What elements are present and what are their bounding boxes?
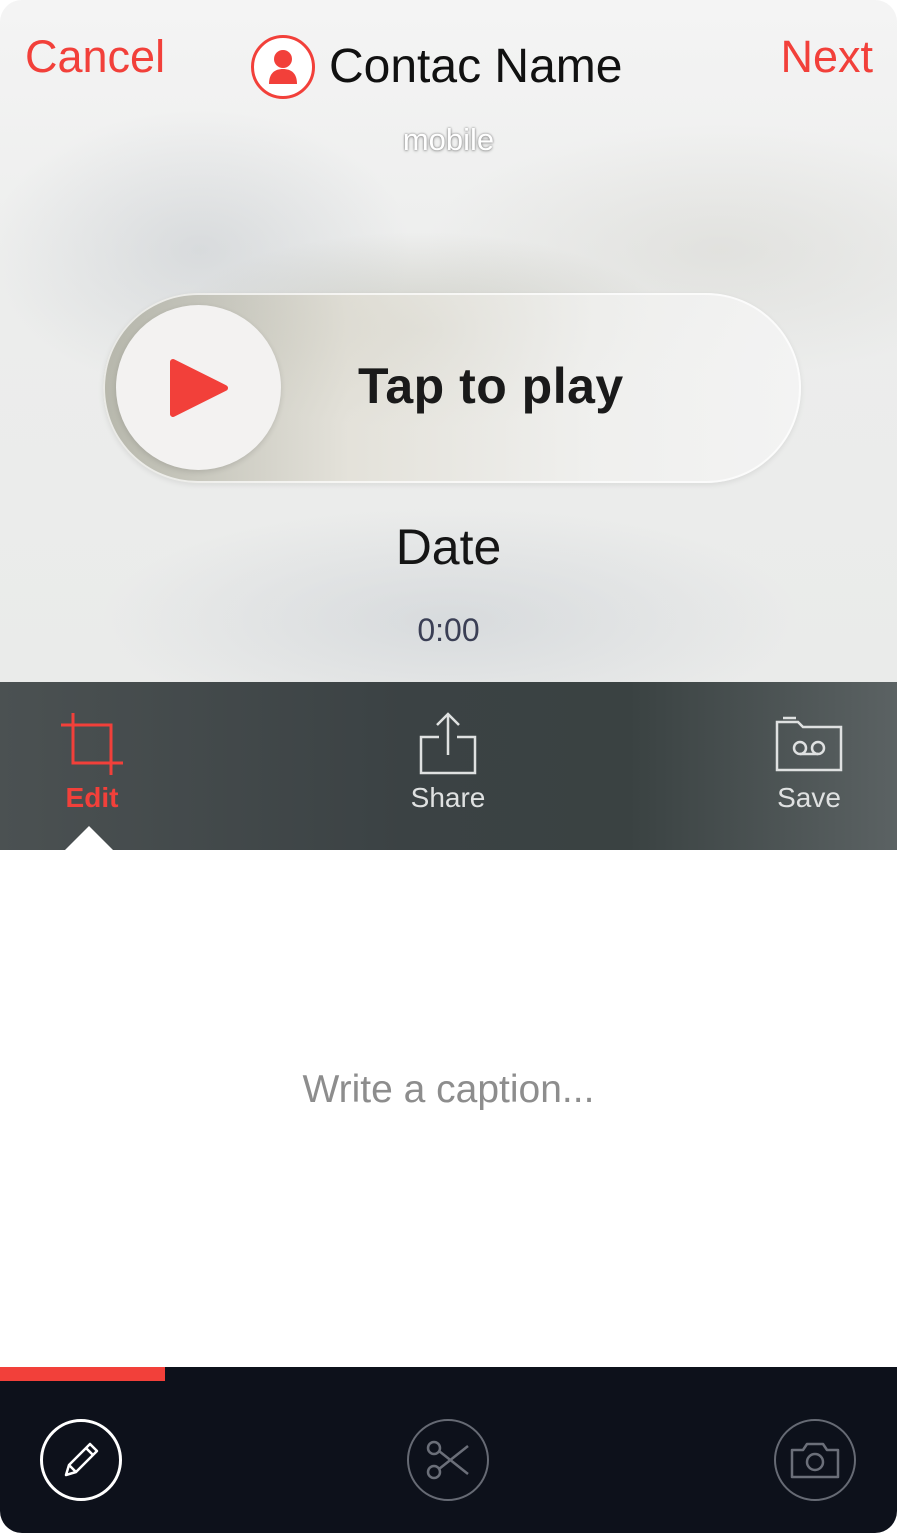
recording-date: Date	[395, 519, 502, 575]
app-screen: Cancel Contac Name Next mobile Tap to pl…	[0, 0, 897, 1533]
voicemail-folder-icon	[775, 716, 843, 772]
edit-tab-label: Edit	[65, 782, 119, 813]
progress-bar-fill	[0, 1367, 165, 1381]
contact-avatar-icon	[251, 35, 315, 99]
tap-to-play-slider[interactable]: Tap to play	[103, 293, 801, 483]
selected-tab-indicator	[64, 826, 114, 851]
contact-name: Contac Name	[329, 40, 623, 93]
save-tab-label: Save	[777, 782, 841, 813]
tap-to-play-label: Tap to play	[358, 358, 624, 414]
action-toolbar: Edit Share Save	[0, 682, 897, 850]
share-tab-label: Share	[410, 782, 486, 813]
media-preview: Cancel Contac Name Next mobile Tap to pl…	[0, 0, 897, 682]
pencil-button[interactable]	[40, 1419, 122, 1501]
pencil-icon	[64, 1442, 99, 1477]
edit-tab[interactable]: Edit	[22, 710, 162, 816]
share-tab[interactable]: Share	[378, 710, 518, 816]
save-tab[interactable]: Save	[739, 710, 879, 816]
play-icon	[169, 358, 228, 417]
play-button[interactable]	[116, 305, 281, 470]
scissors-icon	[426, 1440, 469, 1480]
progress-bar	[0, 1367, 897, 1381]
contact-header[interactable]: Contac Name	[251, 34, 622, 100]
camera-button[interactable]	[774, 1419, 856, 1501]
next-button[interactable]: Next	[780, 30, 873, 84]
share-icon	[419, 712, 477, 775]
contact-phone-type: mobile	[402, 122, 495, 157]
crop-icon	[61, 713, 123, 775]
caption-input[interactable]	[150, 1060, 747, 1120]
caption-area	[0, 850, 897, 1367]
cancel-button[interactable]: Cancel	[25, 30, 165, 84]
camera-icon	[790, 1442, 840, 1479]
bottom-tool-bar	[0, 1381, 897, 1533]
scissors-button[interactable]	[407, 1419, 489, 1501]
recording-duration: 0:00	[417, 612, 480, 648]
